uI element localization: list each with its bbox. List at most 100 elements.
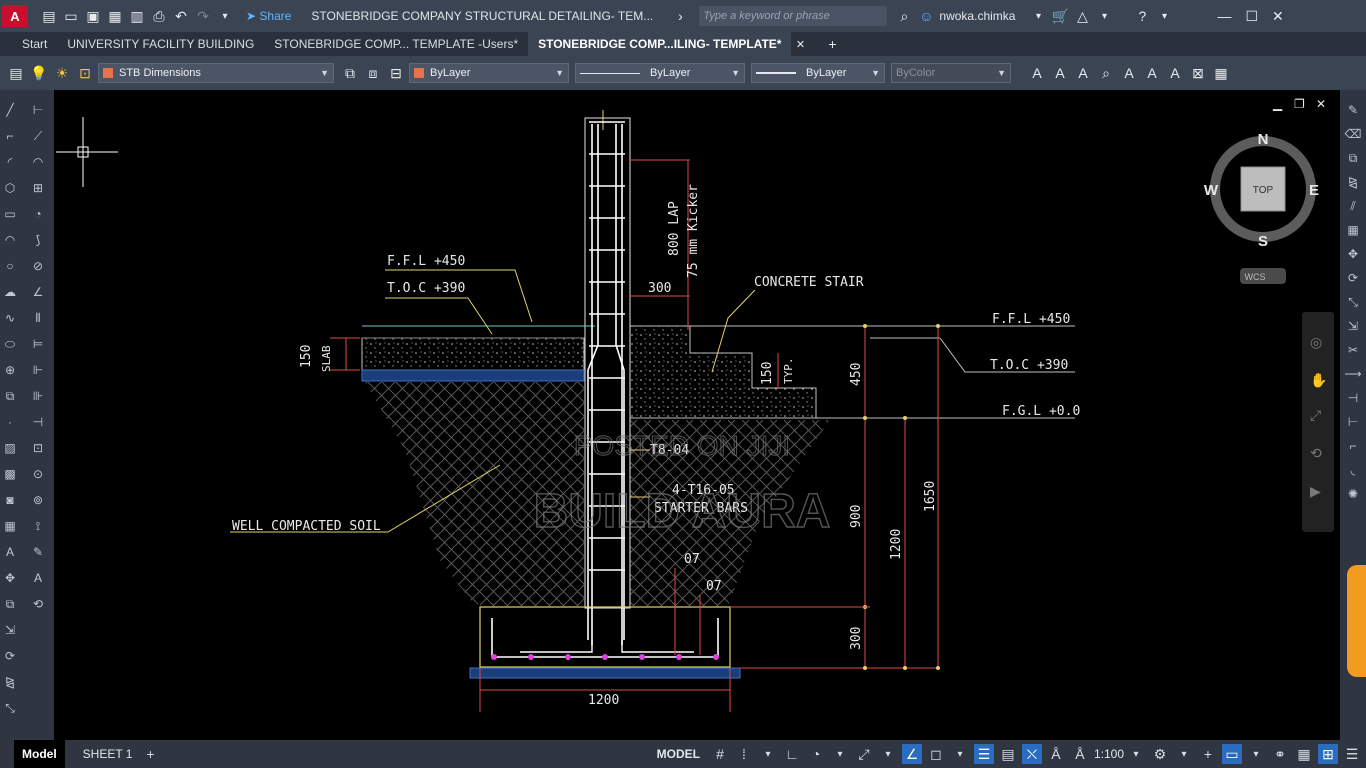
- tab-model[interactable]: Model: [14, 740, 65, 768]
- ortho-icon[interactable]: ∟: [782, 744, 802, 764]
- edit-text-icon[interactable]: A: [1073, 63, 1093, 83]
- new-icon[interactable]: ▤: [40, 7, 58, 25]
- mirror-icon[interactable]: ⧎: [1345, 174, 1361, 190]
- units-icon[interactable]: ▭: [1222, 744, 1242, 764]
- help-icon[interactable]: ?: [1133, 7, 1151, 25]
- zoom-extents-icon[interactable]: ⤢: [1310, 408, 1321, 424]
- clean-screen-icon[interactable]: ⊞: [1318, 744, 1338, 764]
- dim-update-icon[interactable]: ⟲: [30, 596, 46, 612]
- copy-icon[interactable]: ⧉: [1345, 150, 1361, 166]
- close-icon[interactable]: ✕: [1272, 8, 1284, 25]
- dim-jogged-icon[interactable]: ⟆: [30, 232, 46, 248]
- grid-icon[interactable]: #: [710, 744, 730, 764]
- viewport-restore-icon[interactable]: ❐: [1294, 97, 1305, 111]
- save-as-icon[interactable]: ▦: [106, 7, 124, 25]
- copy-tool-icon[interactable]: ⧉: [2, 596, 18, 612]
- dim-break-icon[interactable]: ⊣: [30, 414, 46, 430]
- trim-icon[interactable]: ✂: [1345, 342, 1361, 358]
- join-icon[interactable]: ⊢: [1345, 414, 1361, 430]
- hatch-tool-icon[interactable]: ▨: [2, 440, 18, 456]
- orbit-icon[interactable]: ⟲: [1310, 446, 1322, 462]
- dim-linear-icon[interactable]: ⊢: [30, 102, 46, 118]
- spline-tool-icon[interactable]: ∿: [2, 310, 18, 326]
- explode-icon[interactable]: ✺: [1345, 486, 1361, 502]
- scale-tool-icon[interactable]: ⤡: [2, 700, 18, 716]
- save-icon[interactable]: ▣: [84, 7, 102, 25]
- break-icon[interactable]: ⊣: [1345, 390, 1361, 406]
- tab-stonebridge-detailing[interactable]: STONEBRIDGE COMP...ILING- TEMPLATE*: [528, 32, 792, 56]
- undo-icon[interactable]: ↶: [172, 7, 190, 25]
- search-icon[interactable]: ⌕: [895, 7, 913, 25]
- object-snap-tracking-icon[interactable]: ∠: [901, 744, 922, 764]
- compass-west[interactable]: W: [1204, 182, 1219, 199]
- pan-icon[interactable]: ✋: [1310, 372, 1327, 389]
- viewport-close-icon[interactable]: ✕: [1316, 97, 1326, 111]
- web-mobile-icon[interactable]: ▥: [128, 7, 146, 25]
- mirror-tool-icon[interactable]: ⧎: [2, 674, 18, 690]
- circle-tool-icon[interactable]: ○: [2, 258, 18, 274]
- region-tool-icon[interactable]: ◙: [2, 492, 18, 508]
- tab-sheet-1[interactable]: SHEET 1: [75, 740, 141, 768]
- move-icon[interactable]: ✥: [1345, 246, 1361, 262]
- chamfer-icon[interactable]: ⌐: [1345, 438, 1361, 454]
- dim-aligned-icon[interactable]: ⟋: [30, 128, 46, 144]
- layer-properties-icon[interactable]: ▤: [6, 63, 26, 83]
- steering-wheel-icon[interactable]: ◎: [1310, 335, 1322, 351]
- dimstyle-select[interactable]: STB Dimensions ▼: [98, 63, 334, 83]
- extend-icon[interactable]: ⟶: [1344, 366, 1361, 382]
- table-icon[interactable]: ▦: [1211, 63, 1231, 83]
- dim-angular-icon[interactable]: ∠: [30, 284, 46, 300]
- side-handle[interactable]: [1347, 565, 1366, 677]
- hardware-acceleration-icon[interactable]: ▦: [1294, 744, 1314, 764]
- scale-icon[interactable]: ⤡: [1345, 294, 1361, 310]
- search-input[interactable]: Type a keyword or phrase: [699, 6, 888, 26]
- lineweight-select[interactable]: ByLayer ▼: [751, 63, 885, 83]
- text-style-icon[interactable]: A: [1027, 63, 1047, 83]
- insert-block-icon[interactable]: ⊕: [2, 362, 18, 378]
- quick-dim-icon[interactable]: ⫴: [30, 310, 46, 326]
- dim-baseline-icon[interactable]: ⊨: [30, 336, 46, 352]
- mtext-tool-icon[interactable]: A: [2, 544, 18, 560]
- arc-tool-icon[interactable]: ◜: [2, 154, 18, 170]
- dropdown-icon[interactable]: ▾: [216, 7, 234, 25]
- help-dropdown-icon[interactable]: ▾: [1155, 7, 1173, 25]
- ellipse-tool-icon[interactable]: ⬭: [2, 336, 18, 352]
- units-dropdown-icon[interactable]: ▾: [1246, 744, 1266, 764]
- tab-start[interactable]: Start: [12, 32, 57, 56]
- dim-continue-icon[interactable]: ⊩: [30, 362, 46, 378]
- open-icon[interactable]: ▭: [62, 7, 80, 25]
- workspace-dropdown-icon[interactable]: ▾: [1174, 744, 1194, 764]
- make-block-icon[interactable]: ⧉: [2, 388, 18, 404]
- justify-text-icon[interactable]: A: [1165, 63, 1185, 83]
- polar-icon[interactable]: ◔: [806, 744, 826, 764]
- share-button[interactable]: ➤ Share: [246, 9, 291, 23]
- viewport-minimize-icon[interactable]: ▁: [1272, 97, 1283, 111]
- sun-icon[interactable]: ☀: [52, 63, 72, 83]
- transparency-icon[interactable]: ▤: [998, 744, 1018, 764]
- spell-check-icon[interactable]: A: [1119, 63, 1139, 83]
- dim-diameter-icon[interactable]: ⊘: [30, 258, 46, 274]
- polar-dropdown-icon[interactable]: ▾: [830, 744, 850, 764]
- autodesk-app-icon[interactable]: △: [1073, 7, 1091, 25]
- text-scale-icon[interactable]: A: [1142, 63, 1162, 83]
- user-name[interactable]: nwoka.chimka: [939, 9, 1015, 23]
- selection-cycling-icon[interactable]: ⛌: [1021, 744, 1042, 764]
- compass-south[interactable]: S: [1258, 233, 1268, 250]
- color-select[interactable]: ByLayer ▼: [409, 63, 569, 83]
- dim-text-edit-icon[interactable]: A: [30, 570, 46, 586]
- revcloud-icon[interactable]: ☁: [2, 284, 18, 300]
- line-tool-icon[interactable]: ╱: [2, 102, 18, 118]
- jog-linear-icon[interactable]: ⟟: [30, 518, 46, 534]
- object-snap-icon[interactable]: ◻: [926, 744, 946, 764]
- layer-previous-icon[interactable]: ⧈: [363, 63, 383, 83]
- new-tab-icon[interactable]: +: [823, 35, 841, 53]
- multiline-text-icon[interactable]: A: [1050, 63, 1070, 83]
- user-dropdown-icon[interactable]: ▾: [1029, 7, 1047, 25]
- lock-icon[interactable]: ⊡: [75, 63, 95, 83]
- chevron-right-icon[interactable]: ›: [671, 7, 689, 25]
- customization-icon[interactable]: ☰: [1342, 744, 1362, 764]
- snap-icon[interactable]: ⁞: [734, 744, 754, 764]
- annotation-scale[interactable]: 1:100: [1094, 747, 1124, 761]
- lightbulb-icon[interactable]: 💡: [29, 63, 49, 83]
- annotation-visibility-icon[interactable]: Å: [1046, 744, 1066, 764]
